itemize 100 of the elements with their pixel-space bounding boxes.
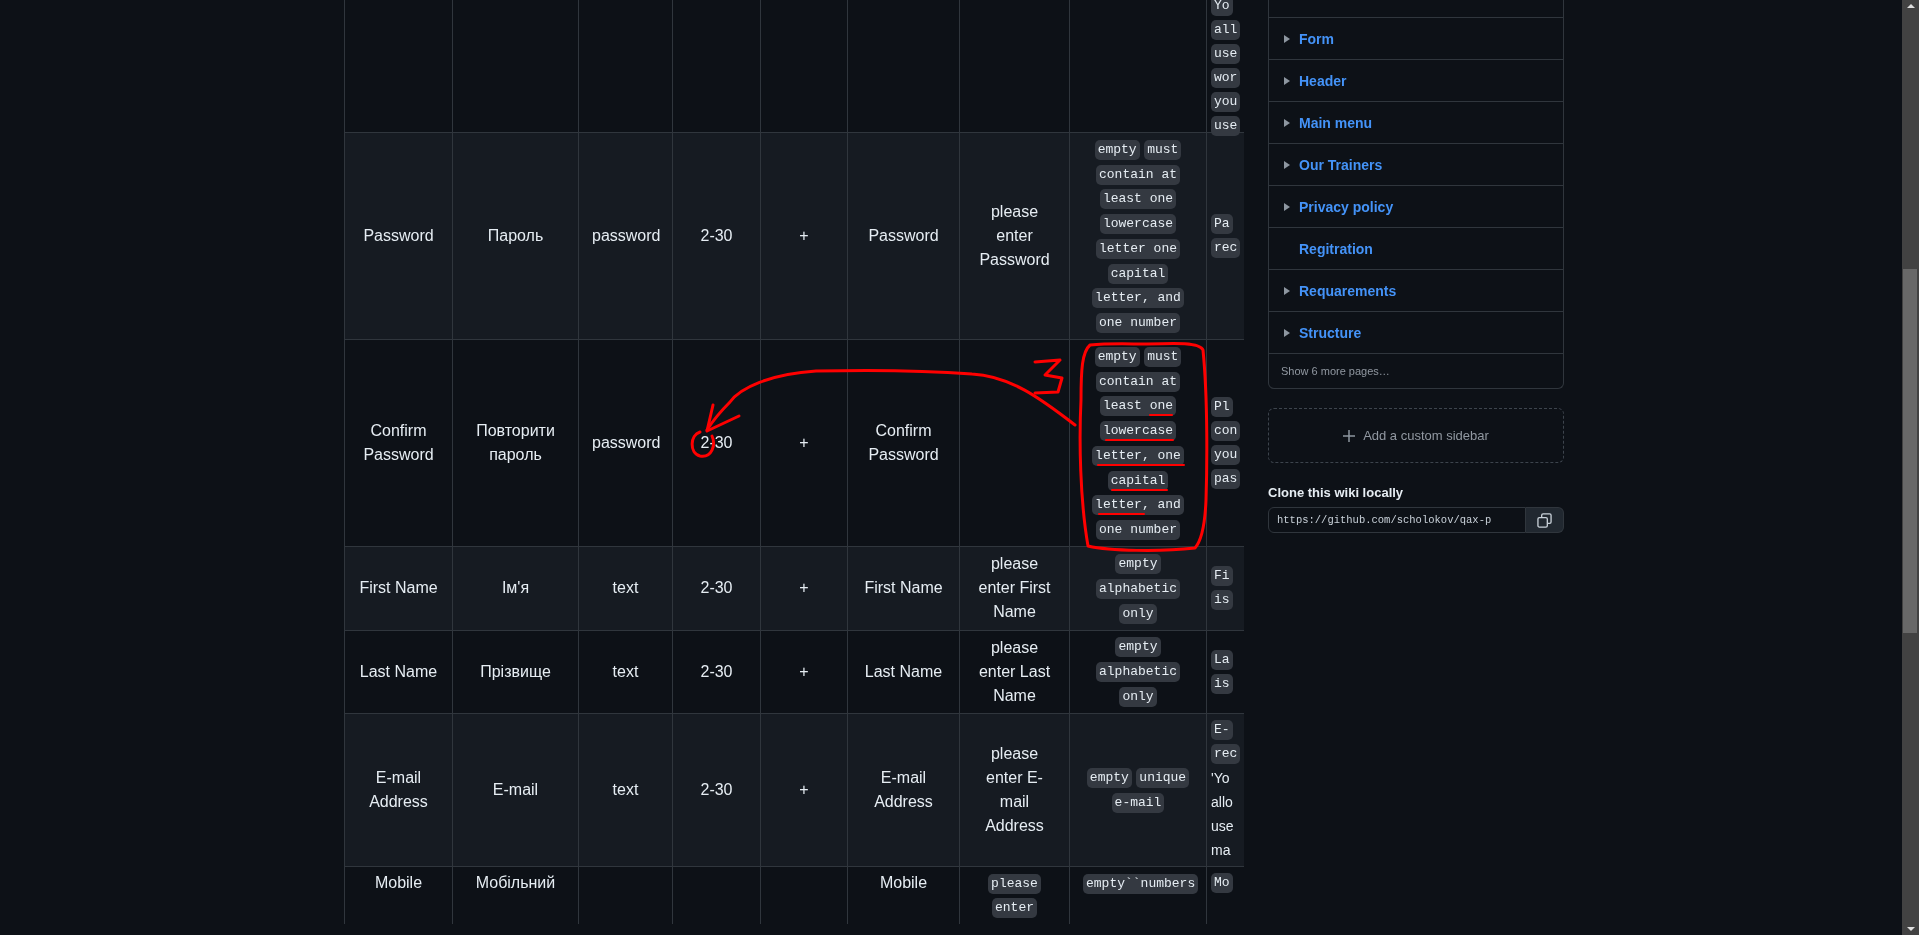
caret-icon[interactable]	[1284, 118, 1290, 127]
caret-icon[interactable]	[1284, 202, 1290, 211]
name-text: Password	[363, 227, 434, 245]
validation-code: empty	[1086, 767, 1132, 788]
name-text: Last Name	[359, 662, 438, 680]
type-text: password	[592, 434, 661, 452]
label-text: Last Name	[864, 662, 943, 680]
validation-code: enter	[992, 898, 1037, 919]
validation-code: contain at	[1096, 371, 1180, 392]
error-message-fragment: use	[1211, 816, 1234, 836]
validation-code: lowercase	[1099, 214, 1177, 235]
error-message-fragment: ma	[1211, 840, 1231, 860]
error-message-fragment: rec	[1211, 238, 1241, 259]
error-message-fragment: Yo	[1211, 0, 1233, 16]
validation-code: empty``numbers	[1083, 873, 1199, 894]
add-sidebar-button[interactable]: Add a custom sidebar	[1268, 408, 1564, 463]
validation-code: one number	[1096, 313, 1180, 334]
validation-code: capital	[1107, 263, 1169, 284]
length-text: 2-30	[700, 227, 733, 245]
validation-code: letter, one	[1092, 445, 1184, 466]
validation-code: empty	[1094, 139, 1140, 160]
required-mark: +	[799, 662, 809, 680]
ukrainian-name-text: Прізвище	[480, 662, 551, 680]
error-message-fragment: use	[1211, 116, 1241, 136]
ukrainian-name-text: Ім'я	[501, 579, 530, 597]
placeholder-text: please enter E-mail Address	[985, 744, 1044, 834]
error-message-fragment: pas	[1211, 469, 1241, 490]
validation-code: empty	[1115, 637, 1161, 658]
wiki-page-link[interactable]: Main menu	[1299, 114, 1373, 131]
validation-code: letter, and	[1092, 288, 1184, 309]
ukrainian-name-text: Повторити пароль	[476, 422, 555, 464]
type-text: text	[612, 579, 639, 597]
validation-code: least one	[1099, 396, 1177, 417]
caret-icon[interactable]	[1284, 76, 1290, 85]
error-message-fragment: wor	[1211, 68, 1241, 88]
validation-code: must	[1144, 139, 1182, 160]
error-message-fragment: all	[1211, 20, 1241, 40]
validation-code: unique	[1136, 767, 1190, 788]
copy-icon	[1537, 512, 1552, 528]
validation-code: only	[1119, 603, 1157, 624]
caret-icon[interactable]	[1284, 328, 1290, 337]
error-message-fragment: allo	[1211, 792, 1233, 812]
label-text: First Name	[864, 579, 943, 597]
validation-code: must	[1144, 346, 1182, 367]
required-mark: +	[799, 579, 809, 597]
placeholder-text: please enter Password	[979, 203, 1050, 269]
validation-code: letter one	[1096, 238, 1180, 259]
required-mark: +	[799, 434, 809, 452]
type-text: text	[612, 662, 639, 680]
type-text: password	[592, 227, 661, 245]
wiki-page-link[interactable]: Requarements	[1299, 282, 1397, 299]
error-message-fragment: Fi	[1211, 566, 1233, 587]
name-text: Confirm Password	[363, 422, 434, 464]
caret-icon[interactable]	[1284, 160, 1290, 169]
validation-code: one number	[1096, 520, 1180, 541]
copy-button[interactable]	[1526, 507, 1564, 533]
error-message-fragment: you	[1211, 445, 1241, 466]
wiki-page-link[interactable]: Our Trainers	[1299, 156, 1383, 173]
validation-code: alphabetic	[1096, 662, 1180, 683]
type-text: text	[612, 780, 639, 798]
required-mark: +	[799, 780, 809, 798]
name-text: E-mail Address	[369, 768, 428, 810]
name-text: First Name	[359, 579, 438, 597]
wiki-page-link[interactable]: Structure	[1299, 324, 1362, 341]
validation-code: capital	[1107, 470, 1169, 491]
scrollbar[interactable]	[1902, 0, 1919, 935]
validation-code: empty	[1094, 346, 1140, 367]
clone-url-field[interactable]: https://github.com/scholokov/qax-p	[1268, 507, 1526, 533]
ukrainian-name-text: E-mail	[492, 780, 539, 798]
error-message-fragment: you	[1211, 92, 1241, 112]
wiki-page-link[interactable]: Privacy policy	[1299, 198, 1394, 215]
error-message-fragment: E-	[1211, 719, 1233, 740]
error-message-fragment: use	[1211, 44, 1241, 64]
error-message-fragment: La	[1211, 649, 1233, 670]
label-text: E-mail Address	[874, 768, 933, 810]
label-text: Confirm Password	[868, 422, 939, 464]
wiki-page-link[interactable]: Form	[1299, 30, 1334, 47]
caret-icon[interactable]	[1284, 34, 1290, 43]
length-text: 2-30	[700, 579, 733, 597]
error-message-fragment: is	[1211, 590, 1233, 611]
plus-icon	[1343, 429, 1356, 442]
wiki-page-link[interactable]: Header	[1299, 72, 1347, 89]
error-message-fragment: Pa	[1211, 214, 1233, 235]
length-text: 2-30	[700, 780, 733, 798]
ukrainian-name-text: Мобільний	[475, 873, 556, 891]
validation-code: only	[1119, 686, 1157, 707]
validation-code: please	[988, 873, 1041, 894]
placeholder-text: please enter First Name	[978, 555, 1051, 621]
label-text: Mobile	[879, 873, 928, 891]
error-message-fragment: con	[1211, 421, 1241, 442]
validation-code: empty	[1115, 554, 1161, 574]
error-message-fragment: is	[1211, 673, 1233, 694]
wiki-page-link[interactable]: Regitration	[1299, 240, 1373, 257]
caret-icon[interactable]	[1284, 286, 1290, 295]
validation-code: lowercase	[1099, 421, 1177, 442]
show-more-link[interactable]: Show 6 more pages…	[1281, 365, 1390, 377]
clone-heading: Clone this wiki locally	[1268, 485, 1405, 500]
required-mark: +	[799, 227, 809, 245]
length-text: 2-30	[700, 662, 733, 680]
name-text: Mobile	[374, 873, 423, 891]
